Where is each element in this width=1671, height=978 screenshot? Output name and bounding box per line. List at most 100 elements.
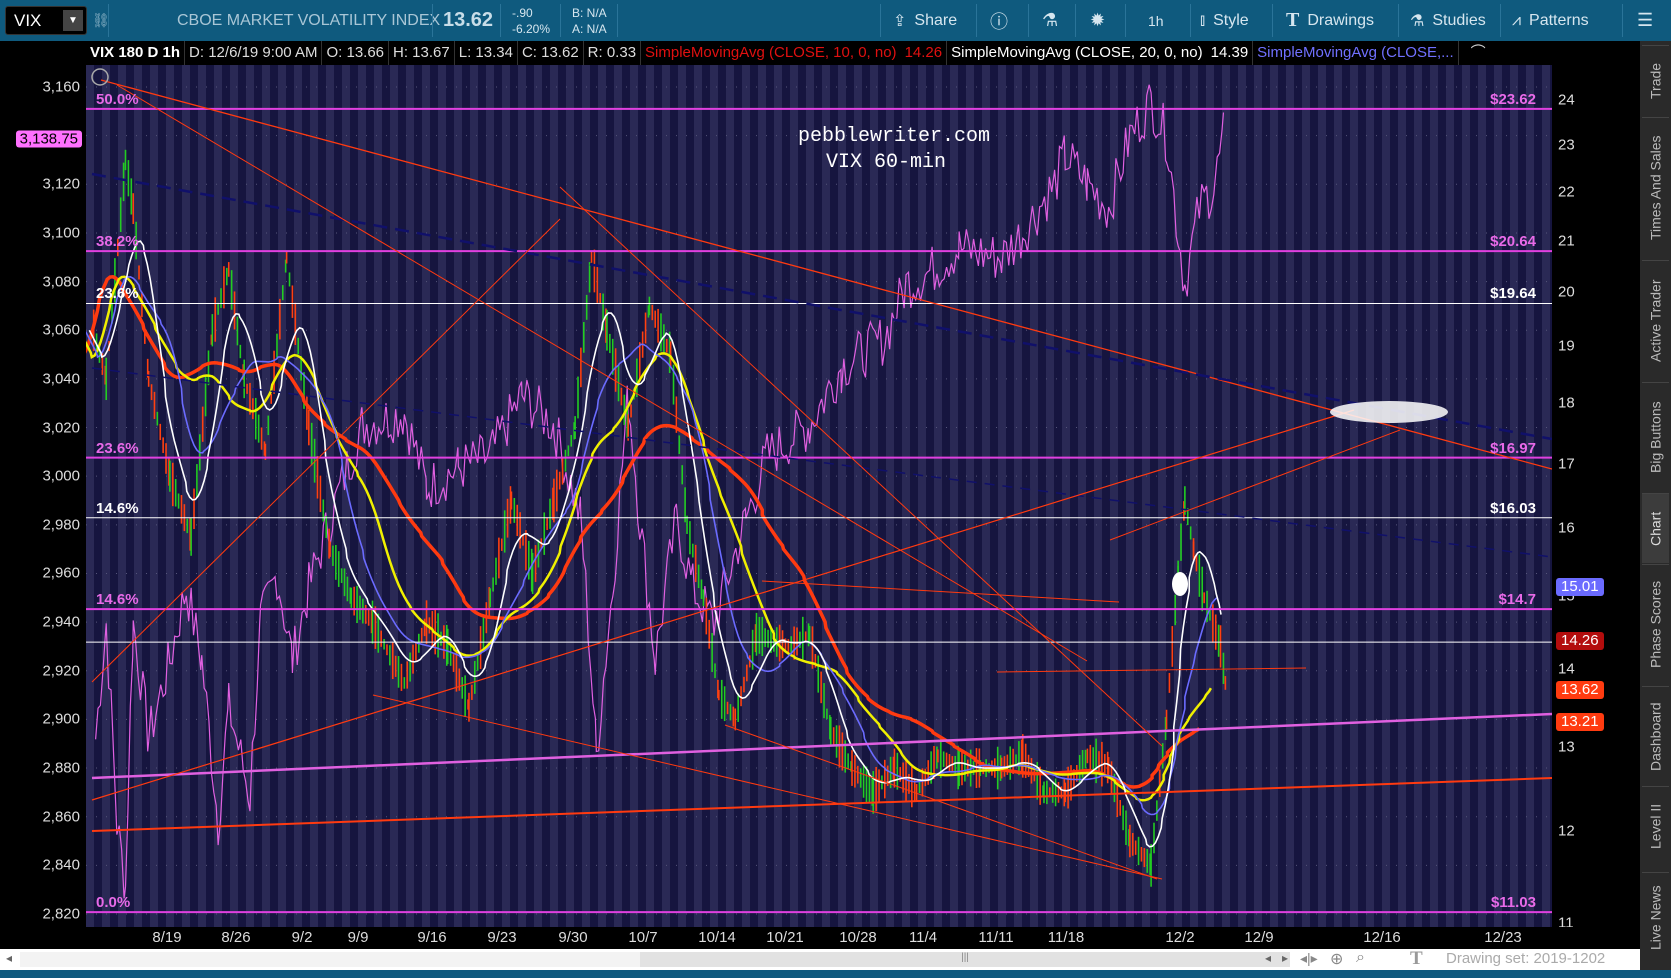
scrollbar-row: ◂ ||| ◂ ▸ ◂|▸ ⊕ ⌕ T Drawing set: 2019-12… [0, 948, 1640, 970]
scrollbar-thumb[interactable]: ||| [640, 952, 1290, 967]
right-axis-tick: 17 [1558, 455, 1575, 473]
price-badge: 14.26 [1556, 632, 1604, 651]
drawing-set-selector[interactable]: Drawing set: 2019-1202 [1446, 950, 1605, 967]
left-axis-tick: 2,900 [42, 710, 80, 728]
fib-price-label: $14.7 [1498, 591, 1536, 609]
event-marker-icon [91, 68, 109, 86]
scroll-left-icon[interactable]: ◂ [1265, 951, 1271, 965]
left-axis-tick: 3,080 [42, 273, 80, 291]
zoom-icon[interactable]: ⌕ [1356, 949, 1365, 967]
side-tab-chart[interactable]: Chart [1642, 493, 1669, 563]
side-tab-level-ii[interactable]: Level II [1642, 786, 1669, 866]
time-axis-tick: 10/28 [839, 929, 877, 946]
side-tab-times-and-sales[interactable]: Times And Sales [1642, 117, 1669, 257]
drawings-label: Drawings [1307, 11, 1375, 29]
studies-button[interactable]: ⚗ Studies [1410, 0, 1486, 41]
watermark-subtitle: VIX 60-min [825, 151, 947, 174]
trendline-drawing [1109, 429, 1401, 541]
left-axis-tick: 2,960 [42, 564, 80, 582]
crosshair-icon[interactable]: ⊕ [1330, 949, 1343, 969]
right-axis-tick: 14 [1558, 660, 1575, 678]
scroll-left-icon[interactable]: ◂ [6, 951, 12, 965]
trendline-drawing [559, 186, 1163, 747]
right-axis-tick: 13 [1558, 738, 1575, 756]
top-toolbar: VIX ▼ ⛓ CBOE MARKET VOLATILITY INDEX 13.6… [0, 0, 1671, 41]
symbol-selector[interactable]: VIX ▼ [5, 6, 87, 35]
side-tabs: Trade Times And Sales Active Trader Big But… [1640, 41, 1671, 970]
trendline-drawing [996, 667, 1307, 673]
price-badge: 13.62 [1556, 680, 1604, 699]
trendline-drawing [91, 777, 1552, 832]
left-price-axis[interactable]: 3,1603,1403,1203,1003,0803,0603,0403,020… [0, 65, 86, 927]
side-tab-big-buttons[interactable]: Big Buttons [1642, 382, 1669, 492]
time-axis-tick: 10/7 [628, 929, 658, 946]
share-label: Share [914, 11, 958, 29]
chevron-down-icon[interactable]: ▼ [63, 10, 83, 31]
text-tool-icon: T [1286, 9, 1300, 31]
side-tab-live-news[interactable]: Live News [1642, 872, 1669, 962]
right-price-axis[interactable]: 242322212019181716151413121115.0114.2613… [1552, 65, 1640, 932]
fib-pct-label: 23.6% [96, 439, 139, 457]
net-change: -.90 [512, 5, 533, 20]
chart-plot-area[interactable] [86, 65, 1552, 927]
style-label: Style [1213, 11, 1249, 29]
bar-range: R: 0.33 [584, 41, 642, 65]
instrument-name: CBOE MARKET VOLATILITY INDEX [177, 11, 441, 29]
fib-price-label: $16.97 [1490, 439, 1536, 457]
sma2-label[interactable]: SimpleMovingAvg (CLOSE, 20, 0, no) [947, 41, 1207, 65]
bar-low: L: 13.34 [455, 41, 518, 65]
collapse-studies-icon[interactable]: ⌒ [1467, 41, 1490, 65]
bar-open: O: 13.66 [322, 41, 390, 65]
trendline-drawing [91, 712, 1552, 780]
share-icon: ⇪ [893, 12, 907, 30]
fib-price-label: $16.03 [1490, 499, 1536, 517]
gear-icon[interactable]: ✹ [1090, 0, 1105, 41]
patterns-button[interactable]: ⩘ Patterns [1512, 0, 1589, 41]
side-tab-trade[interactable]: Trade [1642, 45, 1669, 115]
watermark-site: pebblewriter.com [798, 125, 991, 148]
fib-price-label: $19.64 [1490, 285, 1536, 303]
text-tool-icon[interactable]: T [1410, 948, 1423, 970]
time-axis-tick: 10/21 [766, 929, 804, 946]
right-axis-tick: 19 [1558, 337, 1575, 355]
style-button[interactable]: ⫾ Style [1200, 0, 1249, 41]
share-button[interactable]: ⇪ Share [893, 0, 957, 41]
time-axis-tick: 8/19 [152, 929, 182, 946]
time-axis-tick: 12/23 [1484, 929, 1522, 946]
moving-average-line [88, 240, 1222, 848]
chart-info-row: VIX 180 D 1h D: 12/6/19 9:00 AM O: 13.66… [0, 41, 1671, 65]
time-axis-tick: 12/9 [1244, 929, 1274, 946]
pattern-icon: ⩘ [1512, 11, 1522, 29]
side-tab-active-trader[interactable]: Active Trader [1642, 260, 1669, 380]
timeframe-button[interactable]: 1h [1148, 0, 1164, 41]
left-axis-tick: 3,040 [42, 370, 80, 388]
flask-icon[interactable]: ⚗ [1042, 0, 1058, 41]
left-axis-tick: 2,840 [42, 856, 80, 874]
left-axis-tick: 3,000 [42, 467, 80, 485]
scroll-right-icon[interactable]: ▸ [1282, 951, 1288, 965]
time-axis-tick: 12/2 [1165, 929, 1195, 946]
highlighted-price-badge: 3,138.75 [15, 130, 82, 148]
side-tab-dashboard[interactable]: Dashboard [1642, 686, 1669, 786]
info-icon[interactable]: ⓘ [990, 0, 1008, 41]
fib-pct-label: 50.0% [96, 90, 139, 108]
fib-pct-label: 38.2% [96, 233, 139, 251]
vix-line [95, 84, 1225, 899]
moving-average-line [86, 275, 1218, 816]
right-axis-tick: 20 [1558, 283, 1575, 301]
sma1-label[interactable]: SimpleMovingAvg (CLOSE, 10, 0, no) [641, 41, 901, 65]
sma3-label[interactable]: SimpleMovingAvg (CLOSE,... [1253, 41, 1459, 65]
left-axis-tick: 2,920 [42, 662, 80, 680]
symbol-value: VIX [14, 11, 42, 30]
time-axis[interactable]: 8/19 8/26 9/2 9/9 9/16 9/23 9/30 10/7 10/14 10/21… [0, 927, 1640, 949]
side-tab-phase-scores[interactable]: Phase Scores [1642, 564, 1669, 684]
expand-icon[interactable]: ◂|▸ [1300, 950, 1318, 967]
menu-icon[interactable]: ☰ [1637, 0, 1653, 41]
fib-pct-label: 0.0% [96, 894, 131, 912]
left-axis-tick: 3,020 [42, 419, 80, 437]
drawings-button[interactable]: T Drawings [1286, 0, 1374, 41]
left-axis-tick: 2,940 [42, 613, 80, 631]
horizontal-scrollbar[interactable]: ||| [20, 952, 1290, 967]
fib-pct-label: 23.6% [96, 285, 139, 303]
fib-price-label: $20.64 [1490, 233, 1536, 251]
